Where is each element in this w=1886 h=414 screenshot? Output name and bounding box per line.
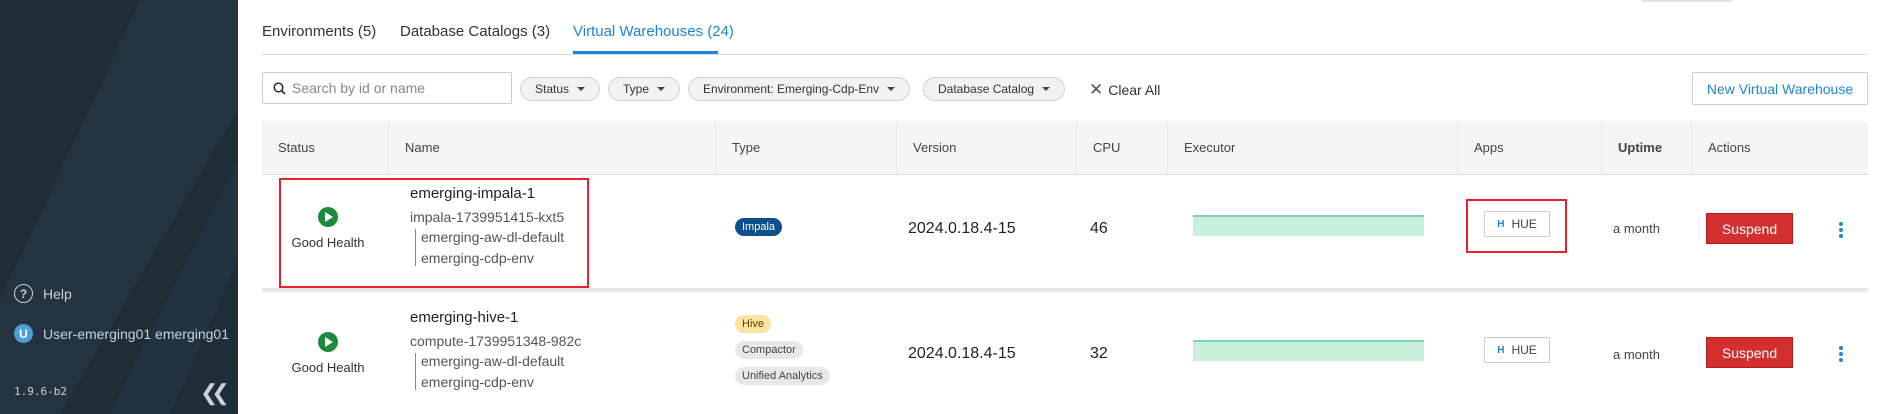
name-cell: emerging-hive-1 compute-1739951348-982c … xyxy=(410,309,581,395)
chevron-down-icon xyxy=(1042,87,1051,91)
help-icon: ? xyxy=(14,284,33,303)
search-input[interactable] xyxy=(292,80,502,96)
column-header-apps[interactable]: Apps xyxy=(1457,121,1601,175)
column-header-version[interactable]: Version xyxy=(896,121,1076,175)
sidebar: ? Help U User-emerging01 emerging01 1.9.… xyxy=(0,0,238,414)
type-badge: Impala xyxy=(735,218,783,236)
chevron-down-icon xyxy=(887,87,896,91)
search-icon xyxy=(273,81,286,95)
environment-name: emerging-cdp-env xyxy=(421,374,534,390)
data-lake-name: emerging-aw-dl-default xyxy=(421,353,565,369)
column-header-uptime[interactable]: Uptime xyxy=(1601,121,1691,175)
environment-filter-label: Environment: Emerging-Cdp-Env xyxy=(703,82,880,96)
type-badge: Compactor xyxy=(735,341,803,359)
environment-filter[interactable]: Environment: Emerging-Cdp-Env xyxy=(688,77,911,101)
database-catalog-filter-label: Database Catalog xyxy=(938,82,1035,96)
database-catalog-filter[interactable]: Database Catalog xyxy=(923,77,1066,101)
active-tab-indicator xyxy=(573,51,718,54)
more-actions-icon[interactable] xyxy=(1837,346,1845,364)
warehouse-details: emerging-aw-dl-default emerging-cdp-env xyxy=(415,353,581,390)
hue-label: HUE xyxy=(1511,343,1537,357)
user-label: User-emerging01 emerging01 xyxy=(43,325,229,342)
status-cell: Good Health xyxy=(280,332,376,375)
table-header: Status Name Type Version CPU Executor Ap… xyxy=(262,121,1868,175)
highlight-box-hue xyxy=(1466,199,1567,253)
highlight-box-name xyxy=(279,178,589,288)
status-filter-label: Status xyxy=(535,82,570,96)
hue-app-button[interactable]: H HUE xyxy=(1484,337,1550,363)
table-row: Good Health emerging-hive-1 compute-1739… xyxy=(262,296,1868,414)
tab-virtual-warehouses[interactable]: Virtual Warehouses (24) xyxy=(573,23,734,40)
type-filter-label: Type xyxy=(623,82,650,96)
cpu-value: 32 xyxy=(1090,345,1108,362)
cpu-value: 46 xyxy=(1090,220,1108,237)
help-label: Help xyxy=(43,285,72,302)
app-version: 1.9.6-b2 xyxy=(14,385,67,398)
user-menu[interactable]: U User-emerging01 emerging01 xyxy=(14,324,229,343)
search-field[interactable] xyxy=(262,72,512,104)
warehouse-id: compute-1739951348-982c xyxy=(410,333,582,349)
double-chevron-left-icon[interactable]: ❮❮ xyxy=(200,380,230,406)
column-header-actions[interactable]: Actions xyxy=(1691,121,1868,175)
warehouse-name[interactable]: emerging-hive-1 xyxy=(410,309,581,326)
clear-all-label: Clear All xyxy=(1108,82,1161,98)
sidebar-background-pattern xyxy=(0,0,238,414)
column-header-executor[interactable]: Executor xyxy=(1167,121,1457,175)
type-cell: Impala xyxy=(735,217,783,236)
chevron-down-icon xyxy=(577,87,586,91)
hue-icon: H xyxy=(1497,344,1504,356)
type-filter[interactable]: Type xyxy=(608,77,681,101)
status-text: Good Health xyxy=(291,360,365,375)
chevron-down-icon xyxy=(657,87,666,91)
suspend-button[interactable]: Suspend xyxy=(1706,213,1793,244)
executor-usage-bar xyxy=(1193,340,1424,361)
version-value: 2024.0.18.4-15 xyxy=(908,220,1016,237)
column-header-type[interactable]: Type xyxy=(715,121,896,175)
healthy-play-icon xyxy=(318,332,338,352)
uptime-value: a month xyxy=(1613,221,1660,236)
uptime-value: a month xyxy=(1613,347,1660,362)
suspend-button[interactable]: Suspend xyxy=(1706,337,1793,368)
column-header-status[interactable]: Status xyxy=(262,121,388,175)
new-virtual-warehouse-button[interactable]: New Virtual Warehouse xyxy=(1692,72,1868,105)
clear-all-button[interactable]: ✕ Clear All xyxy=(1089,80,1160,100)
type-badge: Unified Analytics xyxy=(735,367,830,385)
type-badge: Hive xyxy=(735,315,772,333)
more-actions-icon[interactable] xyxy=(1837,222,1845,240)
column-header-name[interactable]: Name xyxy=(388,121,715,175)
tab-bar: Environments (5) Database Catalogs (3) V… xyxy=(262,0,1868,55)
version-value: 2024.0.18.4-15 xyxy=(908,345,1016,362)
close-icon: ✕ xyxy=(1089,80,1104,99)
help-link[interactable]: ? Help xyxy=(14,284,72,303)
type-cell: Hive Compactor Unified Analytics xyxy=(735,314,875,385)
status-filter[interactable]: Status xyxy=(520,77,601,101)
user-avatar-icon: U xyxy=(14,324,33,343)
tab-environments[interactable]: Environments (5) xyxy=(262,23,376,40)
executor-usage-bar xyxy=(1193,215,1424,236)
header-divider xyxy=(1642,0,1732,2)
tab-database-catalogs[interactable]: Database Catalogs (3) xyxy=(400,23,550,40)
column-header-cpu[interactable]: CPU xyxy=(1076,121,1167,175)
